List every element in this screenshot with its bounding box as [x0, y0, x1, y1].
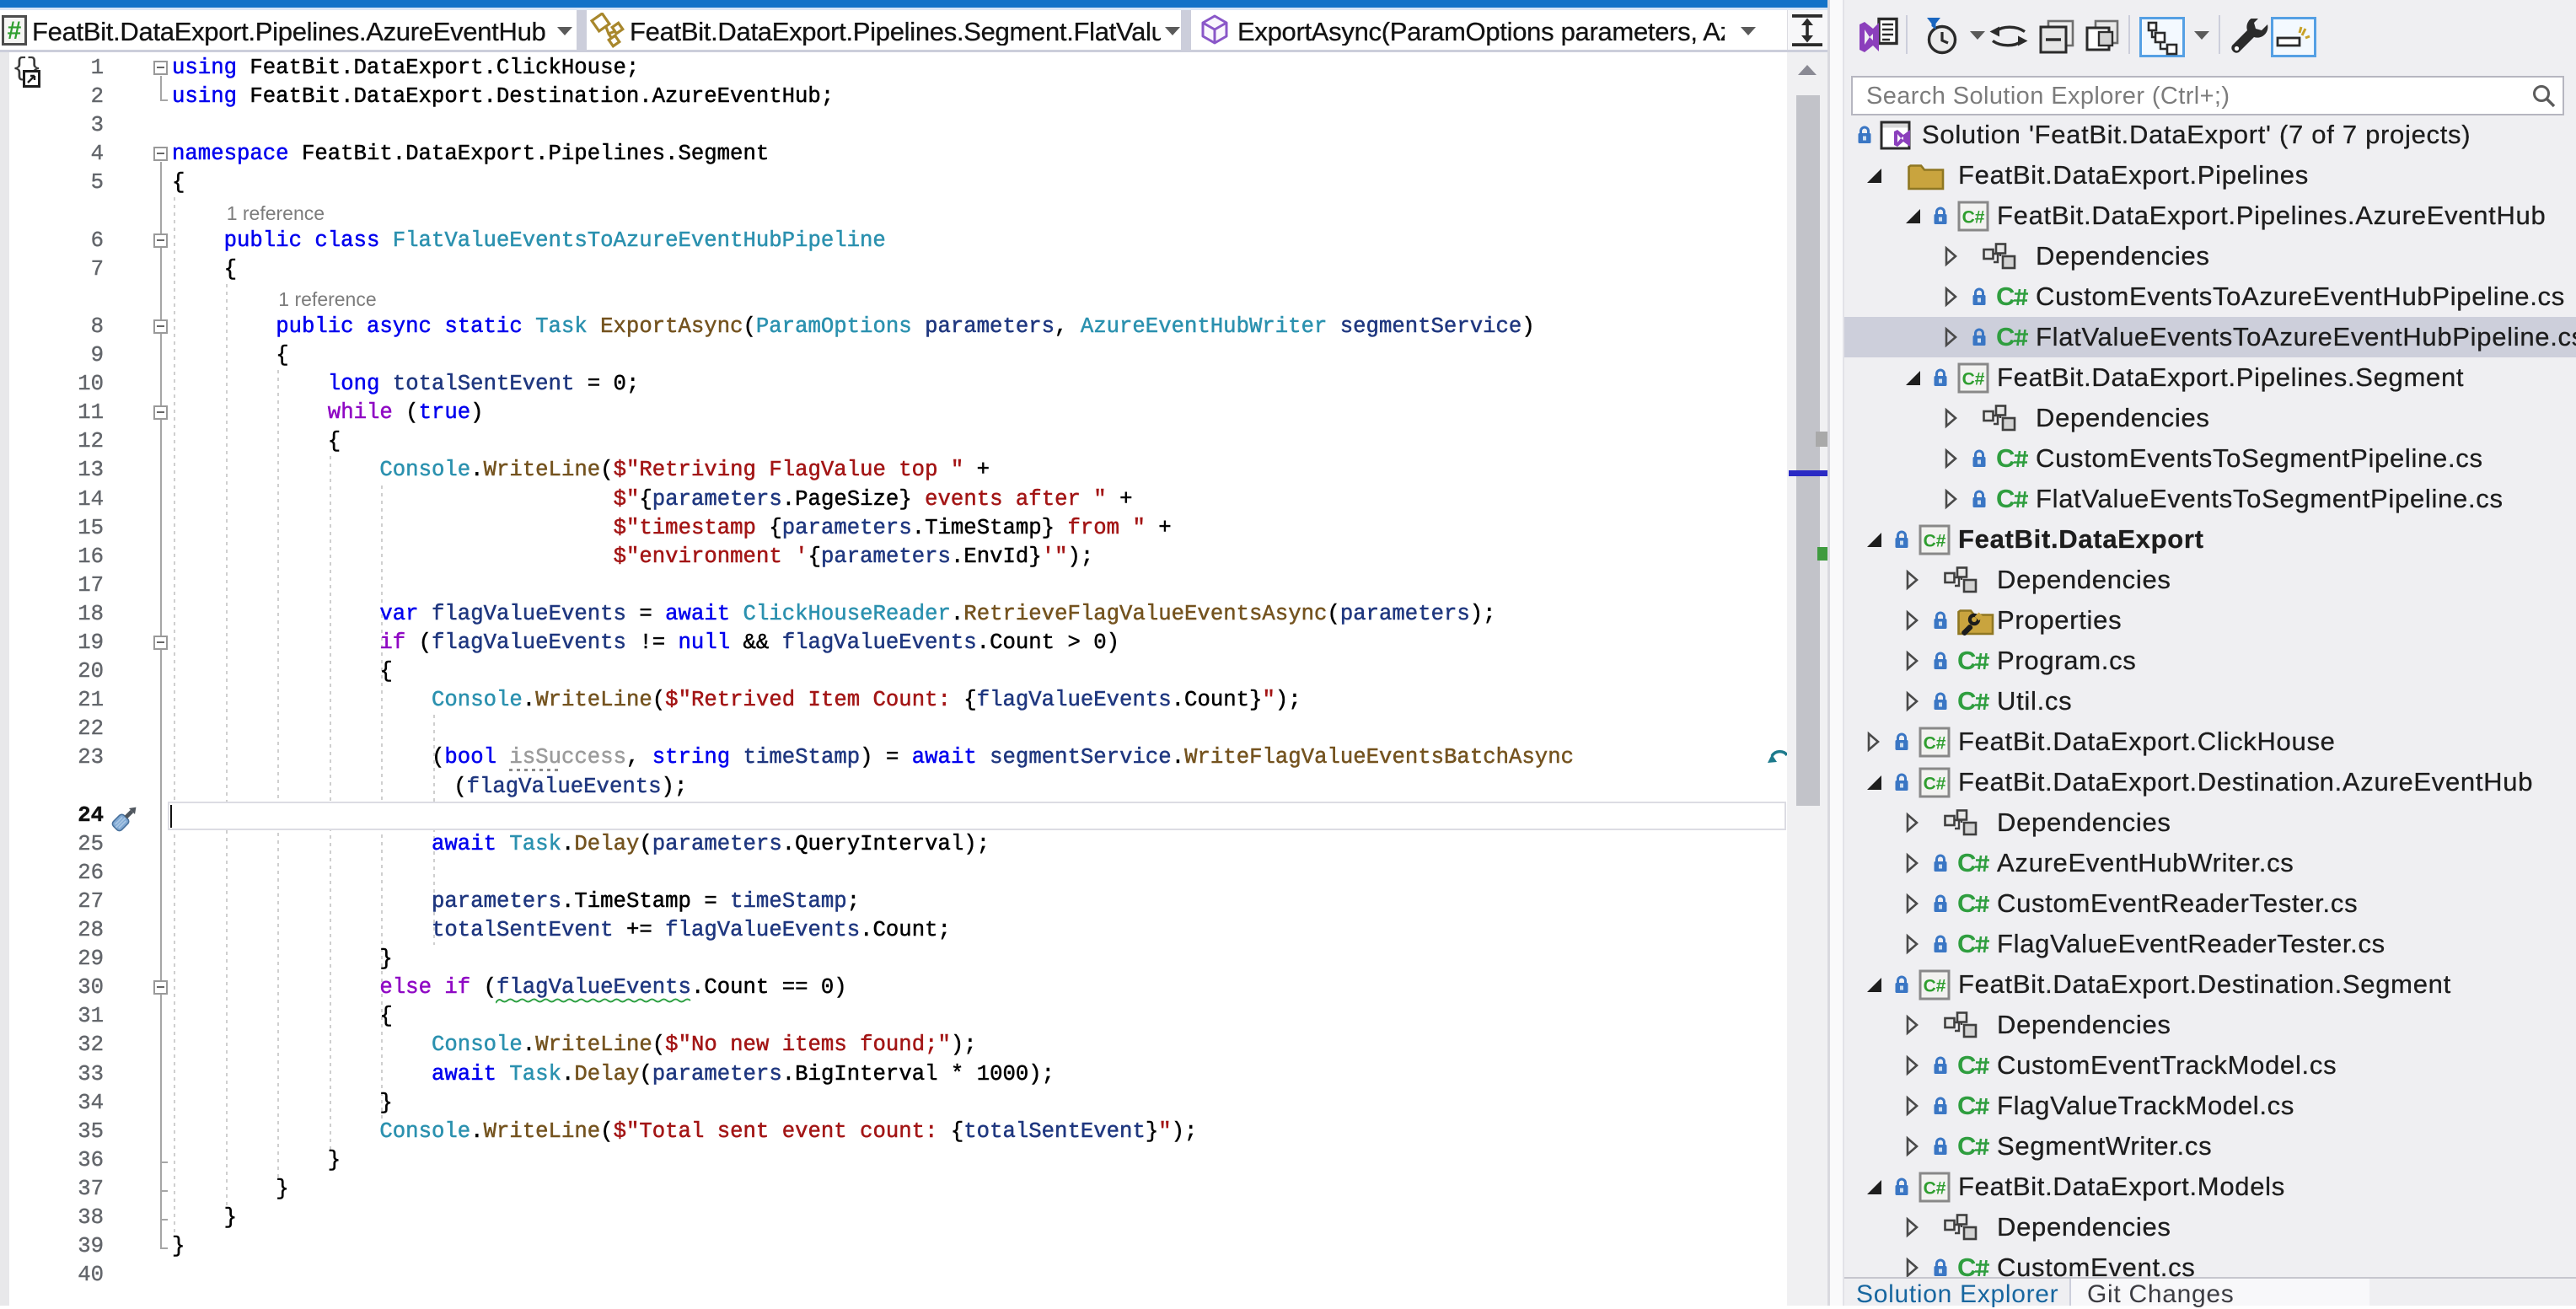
svg-text:C: C — [1997, 486, 2015, 512]
svg-text:C: C — [1958, 1053, 1976, 1079]
svg-text:C: C — [1958, 648, 1976, 674]
svg-text:C: C — [1958, 891, 1976, 917]
svg-text:C#: C# — [1924, 734, 1946, 754]
svg-text:C#: C# — [1924, 775, 1946, 794]
svg-text:C: C — [1958, 1134, 1976, 1160]
svg-text:C: C — [1958, 850, 1976, 877]
svg-text:C: C — [1958, 689, 1976, 715]
svg-text:C#: C# — [1962, 208, 1985, 228]
svg-text:C: C — [1958, 1093, 1976, 1119]
svg-text:C: C — [1958, 931, 1976, 958]
svg-text:C#: C# — [1962, 370, 1985, 389]
svg-text:C#: C# — [1924, 532, 1946, 551]
svg-text:C#: C# — [1924, 1179, 1946, 1199]
svg-text:C: C — [1997, 325, 2015, 351]
svg-text:#: # — [8, 17, 22, 45]
svg-text:C: C — [1997, 446, 2015, 472]
svg-text:C#: C# — [1924, 977, 1946, 996]
svg-text:C: C — [1997, 284, 2015, 310]
